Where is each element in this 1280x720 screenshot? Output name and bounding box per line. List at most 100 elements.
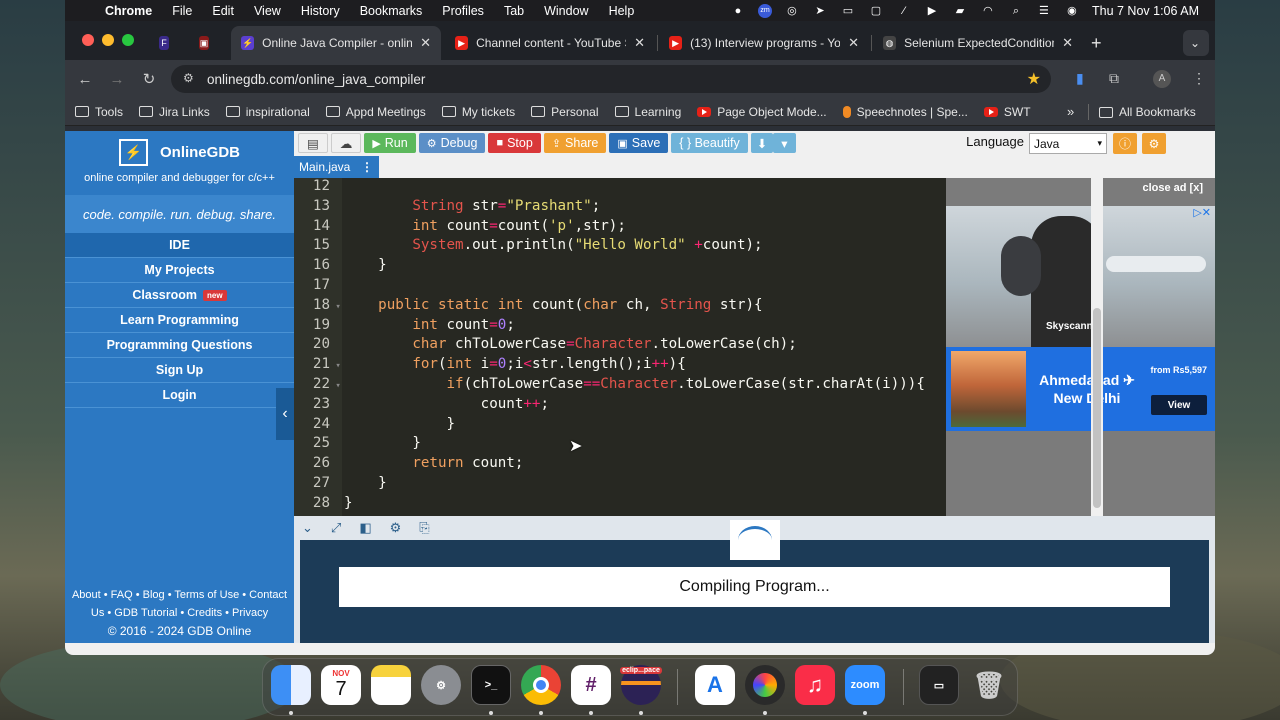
extensions-puzzle-icon[interactable]: ⧉ [1109, 70, 1119, 87]
gear-icon[interactable]: ⚙ [390, 520, 402, 536]
zoom-icon[interactable]: zoom [845, 665, 885, 705]
code-line[interactable]: 14 int count=count('p',str); [294, 218, 946, 238]
code-line[interactable]: 16 } [294, 257, 946, 277]
pinned-tab-1[interactable]: F [153, 26, 183, 60]
expand-icon[interactable]: ⤢ [331, 520, 341, 536]
bookmark-page-object-model[interactable]: Page Object Mode... [697, 105, 827, 119]
close-window-icon[interactable] [82, 34, 94, 46]
music-icon[interactable]: ♫ [795, 665, 835, 705]
calendar-icon[interactable]: NOV 7 [321, 665, 361, 705]
camera-icon[interactable]: ◎ [784, 5, 800, 17]
bookmark-tools[interactable]: Tools [75, 105, 123, 119]
fold-arrow-icon[interactable]: ▾ [330, 361, 340, 371]
system-settings-icon[interactable]: ⚙ [421, 665, 461, 705]
download-icon[interactable]: ⬇ [750, 133, 774, 153]
code-line[interactable]: 28} [294, 495, 946, 515]
code-editor[interactable]: 12 13 String str="Prashant"; 14 int count=… [294, 178, 946, 516]
code-line[interactable]: 22 ▾ if(chToLowerCase==Character.toLower… [294, 376, 946, 396]
logo-area[interactable]: ⚡ OnlineGDB online compiler and debugger… [65, 131, 294, 187]
tab-interview-programs[interactable]: ▶ (13) Interview programs - You ✕ [659, 26, 869, 60]
minimize-window-icon[interactable] [102, 34, 114, 46]
ad-banner[interactable]: Ahmedabad ✈ New Delhi from Rs5,597 View [946, 347, 1215, 431]
menu-bookmarks[interactable]: Bookmarks [350, 4, 433, 18]
menu-profiles[interactable]: Profiles [432, 4, 494, 18]
siri-icon[interactable]: ◉ [1064, 5, 1080, 17]
site-info-icon[interactable]: ⚙ [183, 71, 194, 85]
extension-icon[interactable]: ▮ [1076, 70, 1084, 87]
nav-my-projects[interactable]: My Projects [65, 258, 294, 283]
code-line[interactable]: 26 return count; [294, 455, 946, 475]
window-status-icon[interactable]: ▭ [840, 5, 856, 17]
maximize-window-icon[interactable] [122, 34, 134, 46]
tab-selenium[interactable]: ◍ Selenium ExpectedConditions ✕ [873, 26, 1083, 60]
all-bookmarks[interactable]: All Bookmarks [1099, 105, 1196, 119]
code-line[interactable]: 25 } [294, 435, 946, 455]
bookmark-jira-links[interactable]: Jira Links [139, 105, 210, 119]
menubar-clock[interactable]: Thu 7 Nov 1:06 AM [1092, 4, 1199, 18]
kebab-menu-icon[interactable]: ⋮ [361, 160, 373, 174]
collapse-sidebar-icon[interactable]: ‹ [276, 388, 294, 440]
bookmark-inspirational[interactable]: inspirational [225, 105, 310, 119]
nav-classroom[interactable]: Classroom new [65, 283, 294, 308]
forward-icon[interactable]: → [101, 71, 133, 88]
back-icon[interactable]: ← [69, 71, 101, 88]
new-file-icon[interactable]: ▤ [298, 133, 328, 153]
display-icon[interactable]: ▢ [868, 5, 884, 17]
info-icon[interactable]: ⓘ [1113, 133, 1137, 154]
scrollbar[interactable] [1091, 178, 1103, 516]
code-line[interactable]: 18 ▾ public static int count(char ch, St… [294, 297, 946, 317]
eclipse-icon[interactable]: eclip...pace [620, 665, 662, 705]
profile-avatar[interactable]: A [1153, 70, 1171, 88]
bookmark-my-tickets[interactable]: My tickets [441, 105, 515, 119]
recent-window-icon[interactable]: ▭ [919, 665, 959, 705]
tab-channel-content[interactable]: ▶ Channel content - YouTube St ✕ [445, 26, 655, 60]
finder-icon[interactable] [271, 665, 311, 705]
menu-history[interactable]: History [291, 4, 350, 18]
share-button[interactable]: ⇪ Share [543, 133, 607, 153]
trash-icon[interactable]: 🗑 [969, 665, 1009, 705]
bookmark-personal[interactable]: Personal [531, 105, 599, 119]
footer-links-1[interactable]: About • FAQ • Blog • Terms of Use • Cont… [65, 586, 294, 604]
control-center-icon[interactable]: ☰ [1036, 5, 1052, 17]
bookmark-swt[interactable]: SWT [983, 105, 1031, 119]
menu-help[interactable]: Help [599, 4, 645, 18]
code-line[interactable]: 17 [294, 277, 946, 297]
settings-gear-icon[interactable]: ⚙ [1142, 133, 1166, 154]
close-tab-icon[interactable]: ✕ [848, 35, 859, 51]
bookmark-star-icon[interactable]: ★ [1027, 69, 1041, 89]
upload-icon[interactable]: ☁ [330, 133, 362, 153]
output-console[interactable]: Compiling Program... [294, 520, 1215, 643]
close-tab-icon[interactable]: ✕ [634, 35, 645, 51]
menu-app-name[interactable]: Chrome [95, 4, 162, 18]
ad-view-button[interactable]: View [1151, 395, 1207, 415]
menu-tab[interactable]: Tab [494, 4, 534, 18]
language-select[interactable]: Java ▾ [1029, 133, 1107, 154]
close-tab-icon[interactable]: ✕ [1062, 35, 1073, 51]
chrome-menu-icon[interactable]: ⋮ [1192, 70, 1206, 87]
scrollbar-thumb[interactable] [1093, 308, 1101, 508]
code-line[interactable]: 12 [294, 178, 946, 198]
address-bar[interactable]: ⚙ onlinegdb.com/online_java_compiler ★ [171, 65, 1051, 93]
layout-icon[interactable]: ◧ [359, 520, 371, 536]
record-icon[interactable]: ● [730, 5, 746, 17]
battery-icon[interactable]: ▰ [952, 5, 968, 17]
ad-image[interactable]: Skyscanner ▷✕ [946, 206, 1215, 348]
reload-icon[interactable]: ↻ [133, 70, 165, 88]
share-status-icon[interactable]: ➤ [812, 5, 828, 17]
nav-sign-up[interactable]: Sign Up [65, 358, 294, 383]
code-line[interactable]: 15 System.out.println("Hello World" +cou… [294, 237, 946, 257]
code-line[interactable]: 13 String str="Prashant"; [294, 198, 946, 218]
chrome-icon[interactable] [521, 665, 561, 705]
beautify-button[interactable]: { } Beautify [671, 133, 748, 153]
new-tab-button[interactable]: + [1087, 26, 1111, 60]
nav-ide[interactable]: IDE [65, 233, 294, 258]
code-line[interactable]: 27 } [294, 475, 946, 495]
debug-button[interactable]: ⚙ Debug [418, 133, 486, 153]
code-line[interactable]: 20 char chToLowerCase=Character.toLowerC… [294, 336, 946, 356]
close-tab-icon[interactable]: ✕ [420, 35, 431, 51]
wifi-icon[interactable]: ◠ [980, 5, 996, 17]
menu-edit[interactable]: Edit [202, 4, 244, 18]
terminal-icon[interactable]: >_ [471, 665, 511, 705]
notes-icon[interactable] [371, 665, 411, 705]
search-icon[interactable]: ⌕ [1008, 5, 1024, 17]
